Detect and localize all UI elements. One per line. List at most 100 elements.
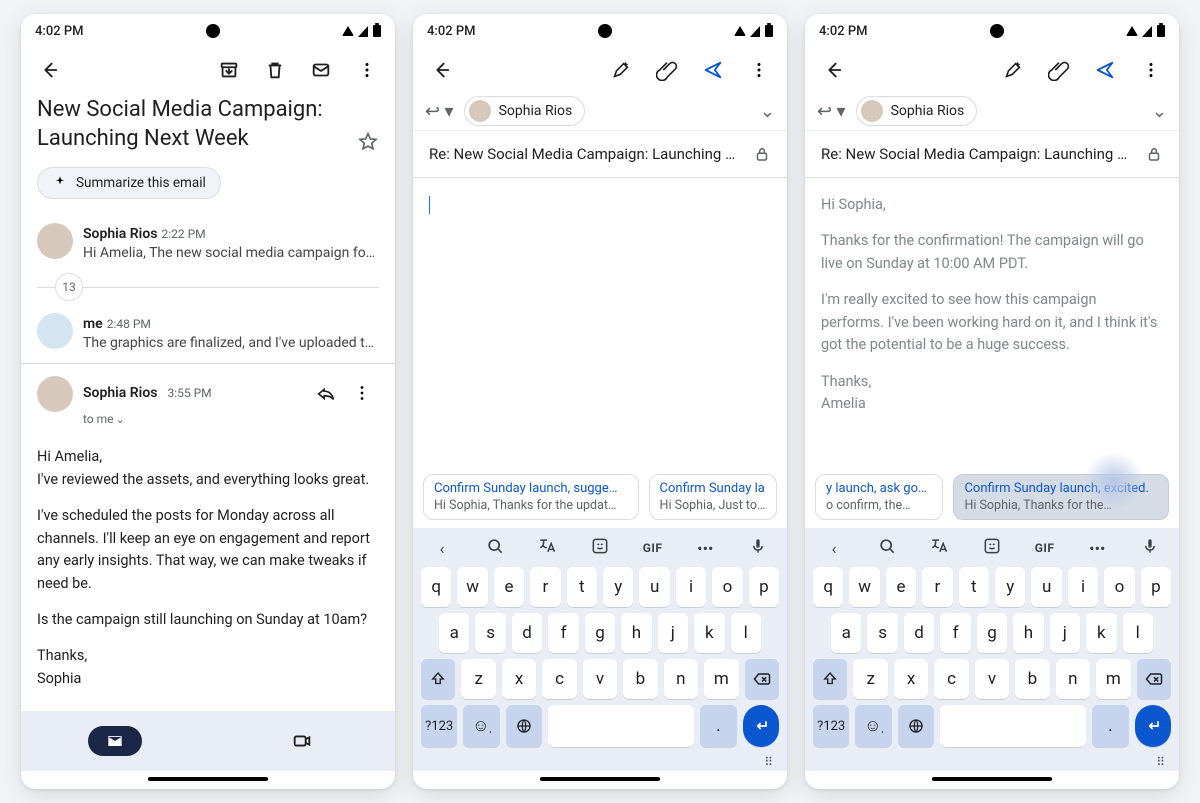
period-key[interactable]: . bbox=[1092, 705, 1128, 747]
recipient-row[interactable]: ↩︎ ▾ Sophia Rios ⌄ bbox=[413, 92, 787, 131]
more-button[interactable] bbox=[739, 50, 779, 90]
summarize-chip[interactable]: Summarize this email bbox=[37, 167, 221, 199]
key-l[interactable]: l bbox=[1123, 613, 1153, 653]
compose-body-draft[interactable]: Hi Sophia, Thanks for the confirmation! … bbox=[805, 178, 1179, 474]
language-key[interactable] bbox=[898, 705, 934, 747]
key-b[interactable]: b bbox=[1015, 659, 1049, 699]
key-v[interactable]: v bbox=[975, 659, 1009, 699]
key-e[interactable]: e bbox=[886, 567, 916, 607]
recipient-label[interactable]: to me bbox=[83, 412, 114, 426]
key-f[interactable]: f bbox=[548, 613, 578, 653]
more-icon[interactable]: ••• bbox=[688, 539, 722, 558]
key-m[interactable]: m bbox=[704, 659, 738, 699]
symbols-key[interactable]: ?123 bbox=[813, 705, 849, 747]
more-button[interactable] bbox=[1131, 50, 1171, 90]
space-key[interactable] bbox=[548, 705, 694, 747]
gif-icon[interactable]: GIF bbox=[636, 541, 670, 555]
key-q[interactable]: q bbox=[813, 567, 843, 607]
shift-key[interactable] bbox=[421, 659, 455, 699]
key-g[interactable]: g bbox=[585, 613, 615, 653]
send-button[interactable] bbox=[1085, 50, 1125, 90]
reply-mode-icon[interactable]: ↩︎ ▾ bbox=[425, 101, 454, 122]
kb-back-icon[interactable]: ‹ bbox=[425, 539, 459, 558]
enter-key[interactable] bbox=[743, 705, 779, 747]
smart-reply-card[interactable]: Confirm Sunday launch, sugge… Hi Sophia,… bbox=[423, 474, 639, 520]
key-b[interactable]: b bbox=[623, 659, 657, 699]
key-y[interactable]: y bbox=[603, 567, 633, 607]
key-o[interactable]: o bbox=[712, 567, 742, 607]
recipient-row[interactable]: ↩︎ ▾ Sophia Rios ⌄ bbox=[805, 92, 1179, 131]
key-c[interactable]: c bbox=[934, 659, 968, 699]
emoji-key[interactable]: ☺, bbox=[855, 705, 891, 747]
expand-recipients-icon[interactable]: ⌄ bbox=[760, 101, 775, 122]
symbols-key[interactable]: ?123 bbox=[421, 705, 457, 747]
key-n[interactable]: n bbox=[664, 659, 698, 699]
sticker-icon[interactable] bbox=[583, 536, 617, 560]
smart-reply-card[interactable]: y launch, ask goals o confirm, the… bbox=[815, 474, 943, 520]
language-key[interactable] bbox=[506, 705, 542, 747]
key-h[interactable]: h bbox=[621, 613, 651, 653]
key-y[interactable]: y bbox=[995, 567, 1025, 607]
mic-icon[interactable] bbox=[1133, 536, 1167, 560]
key-s[interactable]: s bbox=[475, 613, 505, 653]
keyboard-handle-icon[interactable]: ⠿ bbox=[417, 755, 783, 771]
key-q[interactable]: q bbox=[421, 567, 451, 607]
key-l[interactable]: l bbox=[731, 613, 761, 653]
attach-button[interactable] bbox=[647, 50, 687, 90]
back-button[interactable] bbox=[29, 50, 69, 90]
translate-icon[interactable] bbox=[530, 536, 564, 560]
enter-key[interactable] bbox=[1135, 705, 1171, 747]
attach-button[interactable] bbox=[1039, 50, 1079, 90]
ai-draft-button[interactable] bbox=[993, 50, 1033, 90]
key-j[interactable]: j bbox=[1050, 613, 1080, 653]
emoji-key[interactable]: ☺, bbox=[463, 705, 499, 747]
key-c[interactable]: c bbox=[542, 659, 576, 699]
key-z[interactable]: z bbox=[853, 659, 887, 699]
key-k[interactable]: k bbox=[694, 613, 724, 653]
smart-reply-card-selected[interactable]: Confirm Sunday launch, excited. Hi Sophi… bbox=[953, 474, 1169, 520]
key-x[interactable]: x bbox=[894, 659, 928, 699]
translate-icon[interactable] bbox=[922, 536, 956, 560]
more-button[interactable] bbox=[347, 50, 387, 90]
archive-button[interactable] bbox=[209, 50, 249, 90]
key-w[interactable]: w bbox=[849, 567, 879, 607]
key-p[interactable]: p bbox=[749, 567, 779, 607]
key-d[interactable]: d bbox=[904, 613, 934, 653]
key-m[interactable]: m bbox=[1096, 659, 1130, 699]
search-icon[interactable] bbox=[478, 536, 512, 560]
back-button[interactable] bbox=[813, 50, 853, 90]
period-key[interactable]: . bbox=[700, 705, 736, 747]
recipient-chip[interactable]: Sophia Rios bbox=[856, 96, 978, 126]
collapsed-thread-indicator[interactable]: 13 bbox=[37, 273, 379, 301]
key-i[interactable]: i bbox=[1068, 567, 1098, 607]
compose-subject-row[interactable]: Re: New Social Media Campaign: Launching… bbox=[805, 131, 1179, 178]
key-u[interactable]: u bbox=[1031, 567, 1061, 607]
smart-reply-card[interactable]: Confirm Sunday la Hi Sophia, Just to c bbox=[649, 474, 777, 520]
compose-body-input[interactable] bbox=[413, 178, 787, 474]
key-o[interactable]: o bbox=[1104, 567, 1134, 607]
key-z[interactable]: z bbox=[461, 659, 495, 699]
ai-draft-button[interactable] bbox=[601, 50, 641, 90]
key-t[interactable]: t bbox=[567, 567, 597, 607]
keyboard-handle-icon[interactable]: ⠿ bbox=[809, 755, 1175, 771]
backspace-key[interactable] bbox=[1137, 659, 1171, 699]
message-more-button[interactable] bbox=[345, 376, 379, 410]
key-d[interactable]: d bbox=[512, 613, 542, 653]
key-x[interactable]: x bbox=[502, 659, 536, 699]
send-button[interactable] bbox=[693, 50, 733, 90]
key-g[interactable]: g bbox=[977, 613, 1007, 653]
key-a[interactable]: a bbox=[831, 613, 861, 653]
key-w[interactable]: w bbox=[457, 567, 487, 607]
collapsed-message[interactable]: Sophia Rios2:22 PM Hi Amelia, The new so… bbox=[37, 215, 379, 269]
key-n[interactable]: n bbox=[1056, 659, 1090, 699]
backspace-key[interactable] bbox=[745, 659, 779, 699]
key-a[interactable]: a bbox=[439, 613, 469, 653]
kb-back-icon[interactable]: ‹ bbox=[817, 539, 851, 558]
space-key[interactable] bbox=[940, 705, 1086, 747]
star-icon[interactable] bbox=[357, 131, 379, 153]
collapsed-message[interactable]: me2:48 PM The graphics are finalized, an… bbox=[37, 305, 379, 359]
reply-mode-icon[interactable]: ↩︎ ▾ bbox=[817, 101, 846, 122]
key-h[interactable]: h bbox=[1013, 613, 1043, 653]
key-u[interactable]: u bbox=[639, 567, 669, 607]
key-k[interactable]: k bbox=[1086, 613, 1116, 653]
